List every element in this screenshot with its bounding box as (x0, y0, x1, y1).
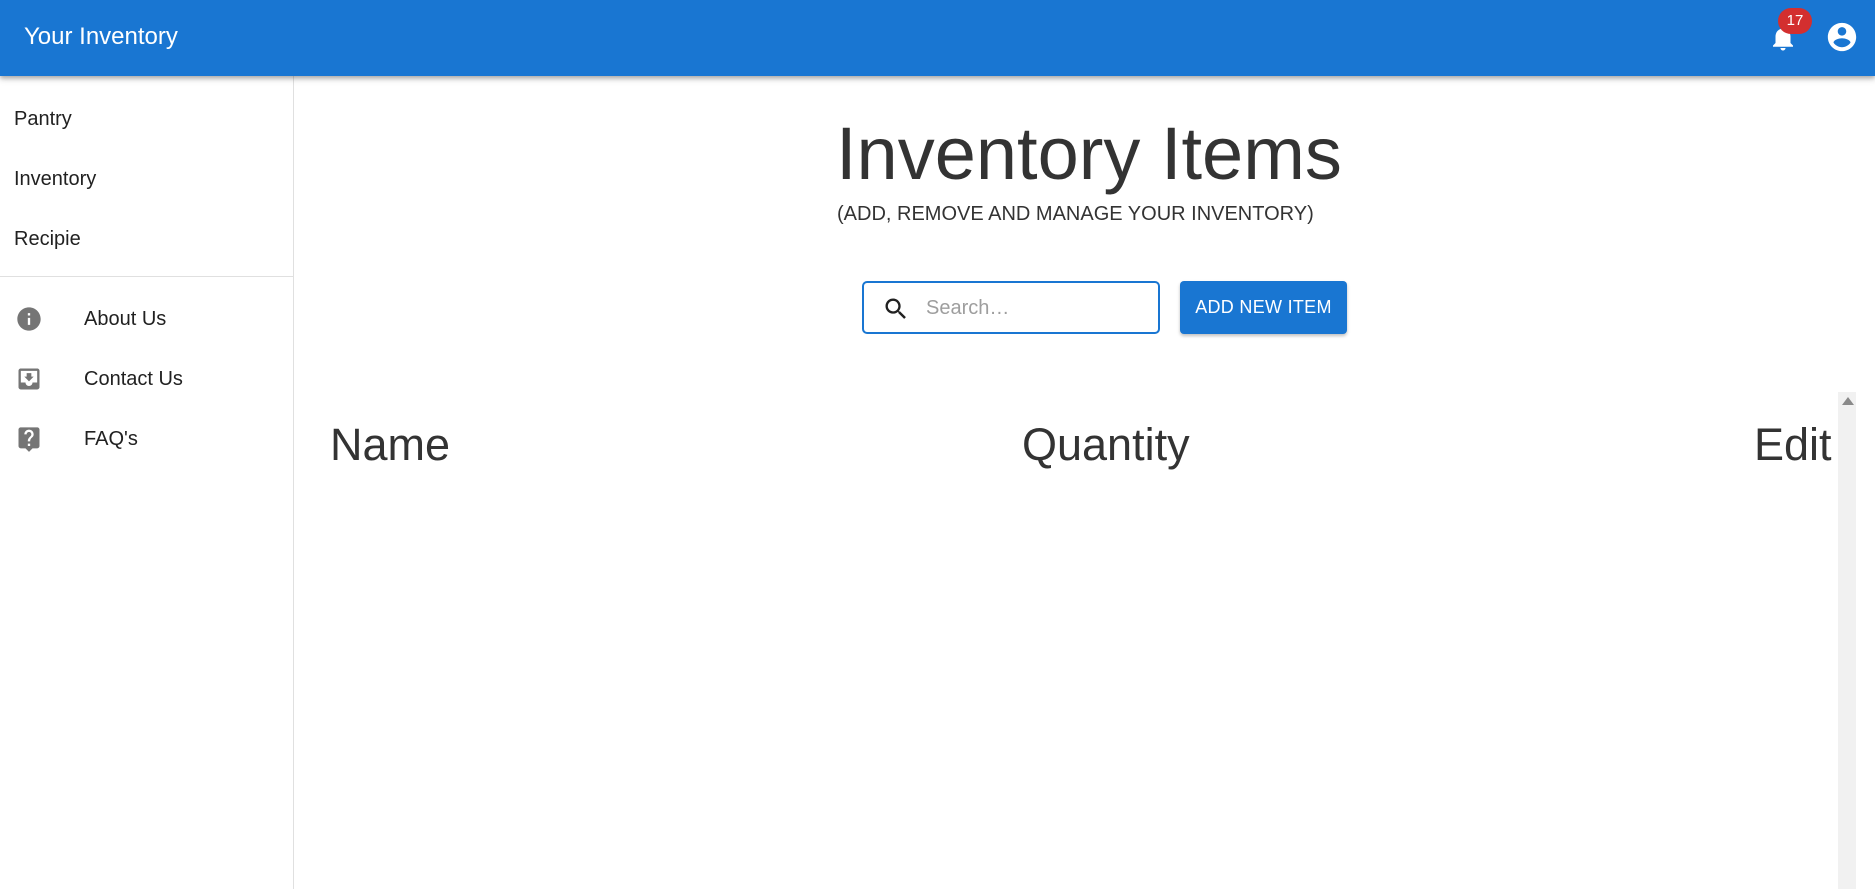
column-header-edit: Edit (1754, 419, 1832, 470)
search-input[interactable] (924, 293, 1144, 323)
scroll-up-arrow-icon[interactable] (1842, 397, 1854, 405)
sidebar-item-recipie[interactable]: Recipie (0, 210, 293, 268)
sidebar-item-pantry[interactable]: Pantry (0, 90, 293, 148)
info-icon (15, 305, 43, 333)
search-field[interactable] (862, 281, 1160, 334)
sidebar-divider (0, 276, 293, 277)
sidebar-item-label: About Us (84, 308, 167, 330)
add-new-item-button[interactable]: ADD NEW ITEM (1180, 281, 1347, 334)
column-header-quantity: Quantity (1022, 419, 1190, 470)
sidebar-item-label: Inventory (14, 168, 97, 190)
sidebar-item-faqs[interactable]: FAQ's (0, 410, 293, 468)
notification-count-badge: 17 (1778, 8, 1812, 34)
page-title: Inventory Items (836, 112, 1342, 195)
app-title: Your Inventory (24, 23, 178, 50)
sidebar-item-label: Pantry (14, 108, 72, 130)
sidebar-item-about-us[interactable]: About Us (0, 290, 293, 348)
sidebar-item-inventory[interactable]: Inventory (0, 150, 293, 208)
inbox-download-icon (15, 365, 43, 393)
sidebar-item-contact-us[interactable]: Contact Us (0, 350, 293, 408)
sidebar-item-label: Contact Us (84, 368, 183, 390)
column-header-name: Name (330, 419, 451, 470)
help-question-icon (15, 425, 43, 453)
account-button[interactable] (1823, 18, 1861, 56)
sidebar: Pantry Inventory Recipie About Us Contac… (0, 76, 294, 889)
table-scrollbar[interactable] (1838, 392, 1856, 889)
app-bar: Your Inventory 17 (0, 0, 1875, 76)
account-circle-icon (1827, 22, 1857, 52)
sidebar-item-label: FAQ's (84, 428, 138, 450)
page-subtitle: (ADD, REMOVE AND MANAGE YOUR INVENTORY) (837, 203, 1314, 225)
search-icon (882, 295, 910, 323)
main-content: Inventory Items (ADD, REMOVE AND MANAGE … (294, 76, 1875, 889)
sidebar-item-label: Recipie (14, 228, 81, 250)
